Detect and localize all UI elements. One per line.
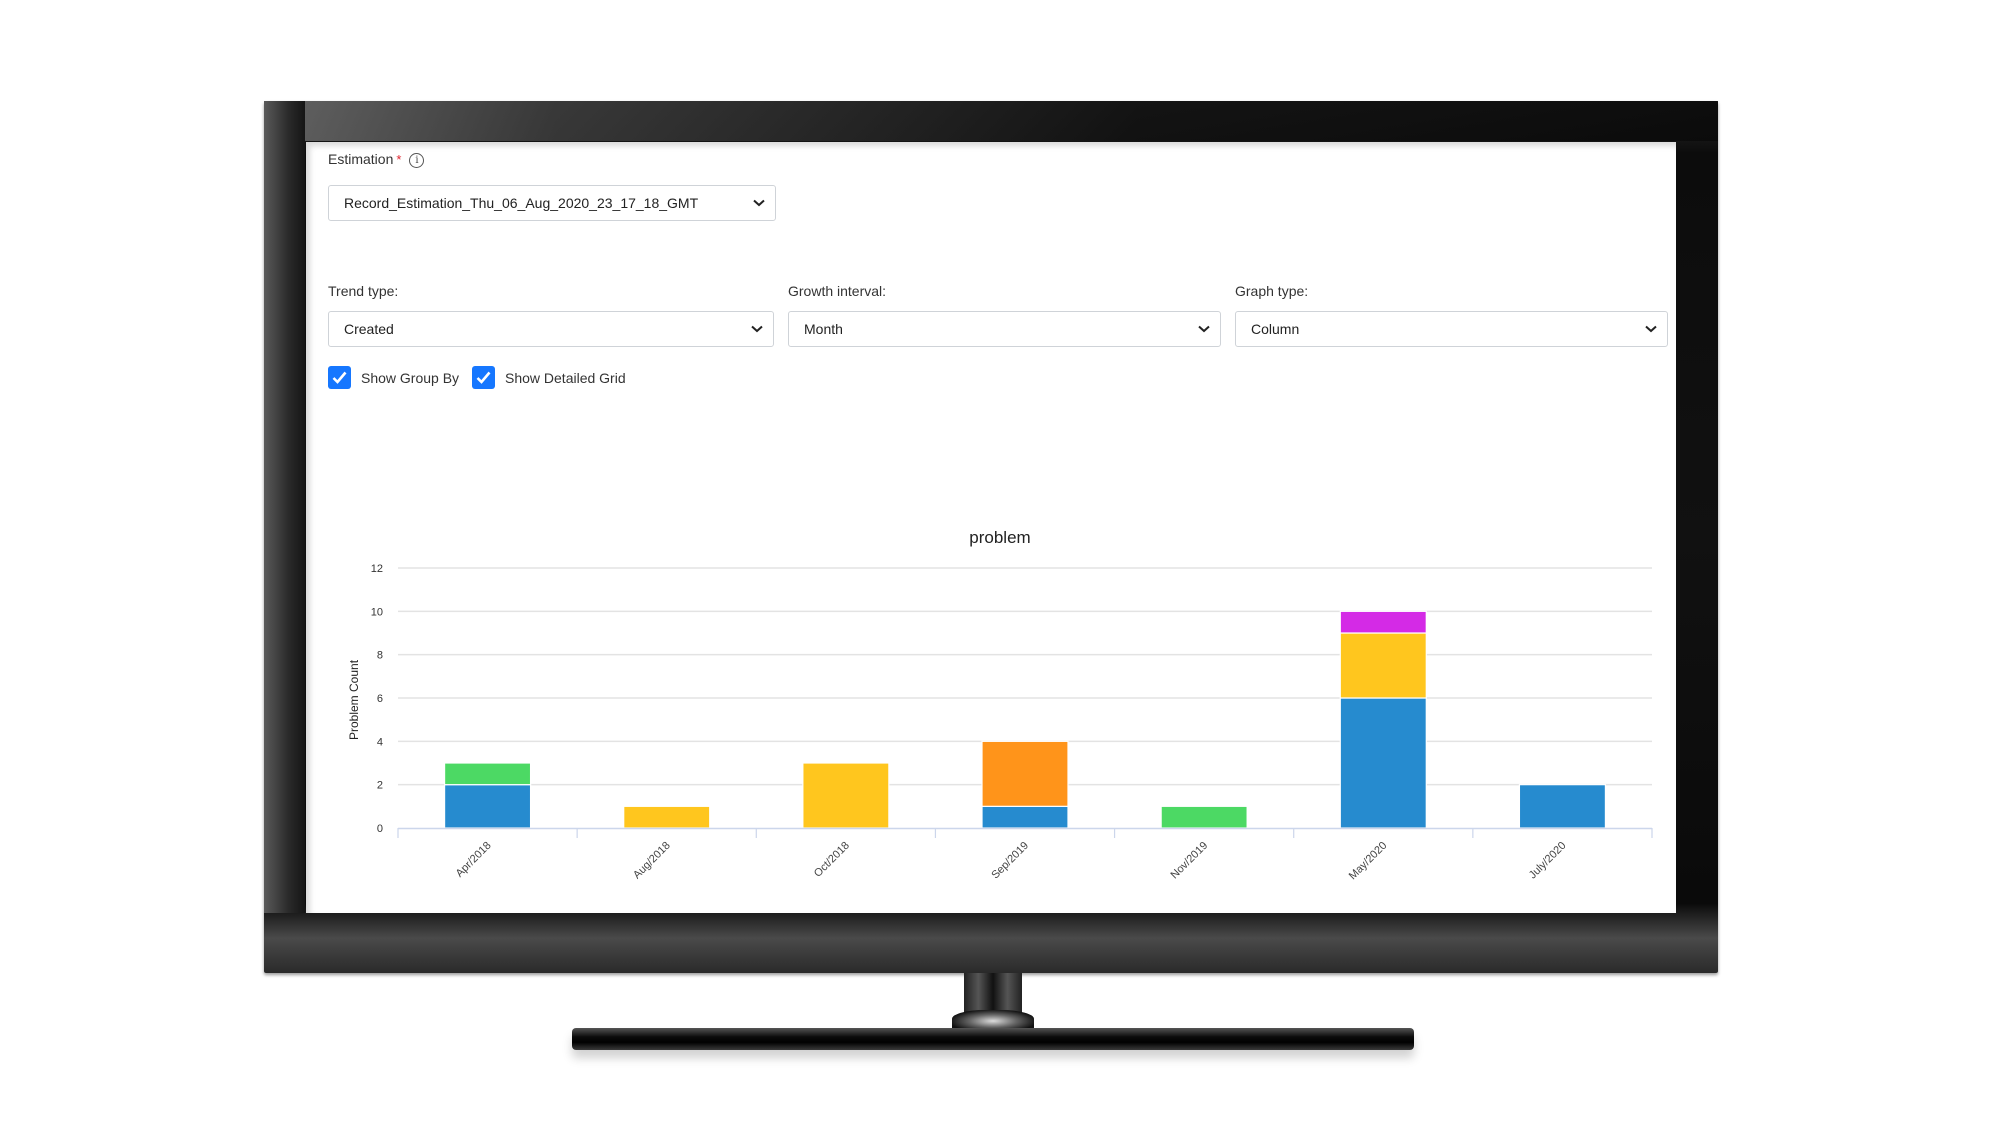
chevron-down-icon xyxy=(1645,312,1657,333)
graph-type-select[interactable]: Column xyxy=(1235,311,1668,347)
y-tick-label: 0 xyxy=(377,823,383,835)
checkmark-icon xyxy=(332,371,347,384)
bar-segment-blue[interactable] xyxy=(981,805,1069,829)
bar-segment-blue[interactable] xyxy=(1518,784,1607,829)
y-tick-label: 12 xyxy=(371,563,383,575)
bar-segment-orange[interactable] xyxy=(981,740,1069,807)
y-tick-label: 10 xyxy=(371,606,383,618)
chevron-down-icon xyxy=(1198,312,1210,333)
y-tick-label: 6 xyxy=(377,693,383,705)
estimation-label-group: Estimation * i xyxy=(328,151,425,168)
monitor-stand-base xyxy=(572,1028,1414,1050)
graph-type-label: Graph type: xyxy=(1235,283,1309,299)
checkmark-icon xyxy=(476,371,491,384)
trend-type-select[interactable]: Created xyxy=(328,311,774,347)
show-detailed-grid-checkbox[interactable] xyxy=(472,366,495,389)
growth-interval-select[interactable]: Month xyxy=(788,311,1221,347)
graph-type-select-value: Column xyxy=(1251,321,1300,337)
estimation-select[interactable]: Record_Estimation_Thu_06_Aug_2020_23_17_… xyxy=(328,185,776,221)
growth-interval-select-value: Month xyxy=(804,321,843,337)
bar-segment-blue[interactable] xyxy=(443,784,532,829)
chart-title: problem xyxy=(969,528,1030,547)
estimation-select-value: Record_Estimation_Thu_06_Aug_2020_23_17_… xyxy=(344,195,699,211)
bar-segment-blue[interactable] xyxy=(1339,697,1427,829)
bar-segment-yellow[interactable] xyxy=(802,762,890,829)
estimation-label: Estimation xyxy=(328,151,394,167)
y-tick-label: 4 xyxy=(377,736,383,748)
show-group-by-label[interactable]: Show Group By xyxy=(361,370,459,386)
trend-type-label: Trend type: xyxy=(328,283,399,299)
show-detailed-grid-label[interactable]: Show Detailed Grid xyxy=(505,370,626,386)
trend-type-select-value: Created xyxy=(344,321,394,337)
bar-segment-yellow[interactable] xyxy=(1339,632,1427,699)
bar-segment-magenta[interactable] xyxy=(1339,610,1427,634)
bar-segment-green[interactable] xyxy=(1160,805,1248,829)
show-group-by-checkbox[interactable] xyxy=(328,366,351,389)
bar-segment-yellow[interactable] xyxy=(623,805,711,829)
monitor-frame-highlight xyxy=(264,101,1718,141)
y-tick-label: 8 xyxy=(377,650,383,662)
y-tick-label: 2 xyxy=(377,780,383,792)
bar-segment-green[interactable] xyxy=(443,762,532,786)
info-circle-icon[interactable]: i xyxy=(409,153,425,168)
monitor-frame-left-highlight xyxy=(264,101,305,913)
growth-interval-label: Growth interval: xyxy=(788,283,887,299)
required-asterisk: * xyxy=(396,152,402,167)
chevron-down-icon xyxy=(753,186,765,207)
y-axis-title: Problem Count xyxy=(347,659,361,740)
chevron-down-icon xyxy=(751,312,763,333)
